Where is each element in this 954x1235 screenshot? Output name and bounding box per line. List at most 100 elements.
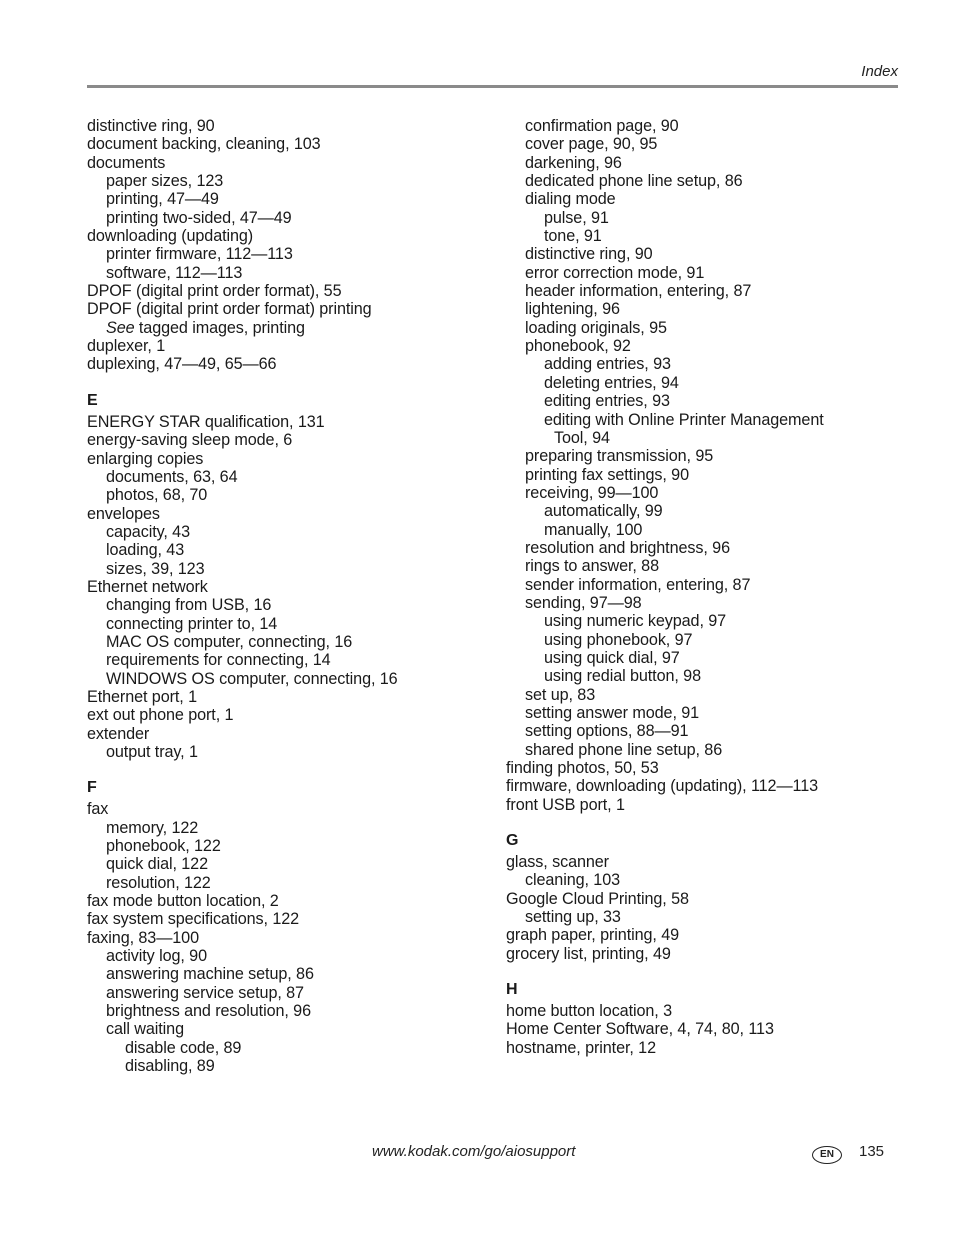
footer-support-url[interactable]: www.kodak.com/go/aiosupport	[372, 1143, 575, 1160]
index-entry: fax mode button location, 2	[87, 892, 279, 911]
index-subentry: brightness and resolution, 96	[106, 1002, 311, 1021]
index-entry: document backing, cleaning, 103	[87, 135, 321, 154]
index-subentry: setting answer mode, 91	[525, 704, 700, 722]
index-entry: downloading (updating)	[87, 227, 254, 246]
index-subentry: printing two-sided, 47—49	[106, 208, 292, 227]
index-entry: front USB port, 1	[506, 795, 625, 814]
index-subentry: cover page, 90, 95	[525, 135, 658, 154]
index-subentry: pulse, 91	[544, 208, 609, 227]
index-subentry: deleting entries, 94	[544, 373, 679, 392]
section-letter-heading: G	[506, 832, 519, 850]
index-column-left: distinctive ring, 90 document backing, cl…	[87, 117, 487, 1076]
index-subentry: cleaning, 103	[525, 871, 621, 890]
index-entry: Ethernet network	[87, 577, 208, 596]
index-subentry: sender information, entering, 87	[525, 575, 751, 594]
index-subentry: resolution and brightness, 96	[525, 538, 730, 557]
index-subentry: dialing mode	[525, 190, 616, 209]
index-subentry: answering machine setup, 86	[106, 965, 314, 984]
index-entry: home button location, 3	[506, 1002, 672, 1021]
index-entry: firmware, downloading (updating), 112—11…	[506, 777, 819, 796]
index-subentry: printing fax settings, 90	[525, 465, 689, 484]
index-subentry: tone, 91	[544, 227, 602, 246]
index-subentry: requirements for connecting, 14	[106, 651, 331, 670]
index-column-right: confirmation page, 90 cover page, 90, 95 d…	[506, 117, 906, 1057]
see-target: tagged images, printing	[134, 318, 305, 337]
section-letter-heading: H	[506, 981, 518, 999]
index-subentry: lightening, 96	[525, 300, 620, 319]
index-subentry: using numeric keypad, 97	[544, 612, 727, 631]
page-number: 135	[859, 1143, 885, 1160]
index-subentry: photos, 68, 70	[106, 486, 208, 505]
section-letter-heading: E	[87, 391, 98, 409]
index-subentry: disable code, 89	[125, 1038, 242, 1057]
index-subentry: adding entries, 93	[544, 355, 671, 374]
index-subentry: documents, 63, 64	[106, 467, 238, 486]
see-label: See	[106, 318, 135, 337]
index-subentry: using phonebook, 97	[544, 630, 693, 649]
index-subentry: disabling, 89	[125, 1057, 215, 1076]
index-subentry: connecting printer to, 14	[106, 614, 278, 633]
index-subentry: editing entries, 93	[544, 392, 670, 411]
page-header-title: Index	[861, 63, 898, 80]
index-entry: grocery list, printing, 49	[506, 944, 671, 963]
index-subentry: call waiting	[106, 1020, 184, 1039]
index-entry: envelopes	[87, 504, 160, 523]
index-subentry: preparing transmission, 95	[525, 447, 714, 466]
index-entry: duplexing, 47—49, 65—66	[87, 355, 277, 374]
index-subentry: using redial button, 98	[544, 667, 701, 686]
index-subentry: resolution, 122	[106, 873, 211, 892]
index-entry: finding photos, 50, 53	[506, 759, 659, 778]
index-subentry: MAC OS computer, connecting, 16	[106, 632, 353, 651]
index-subentry: phonebook, 92	[525, 337, 631, 356]
index-subentry: header information, entering, 87	[525, 282, 752, 301]
index-subentry: printer firmware, 112—113	[106, 245, 293, 264]
index-subentry: output tray, 1	[106, 743, 198, 761]
index-entry: fax	[87, 800, 109, 819]
index-subentry: printing, 47—49	[106, 190, 219, 209]
header-rule	[87, 85, 898, 88]
index-subentry: manually, 100	[544, 520, 643, 539]
index-subentry: changing from USB, 16	[106, 596, 272, 615]
index-subentry: paper sizes, 123	[106, 172, 224, 191]
index-entry: enlarging copies	[87, 449, 204, 468]
section-letter-heading: F	[87, 779, 97, 797]
index-subentry: darkening, 96	[525, 153, 622, 172]
index-subentry: loading originals, 95	[525, 318, 667, 337]
index-subentry: error correction mode, 91	[525, 263, 705, 282]
index-entry: Ethernet port, 1	[87, 687, 197, 706]
index-entry: DPOF (digital print order format), 55	[87, 282, 342, 301]
index-subentry: dedicated phone line setup, 86	[525, 172, 743, 191]
index-entry: documents	[87, 153, 166, 172]
index-subentry: using quick dial, 97	[544, 648, 680, 667]
index-entry: energy-saving sleep mode, 6	[87, 431, 293, 450]
index-subentry: capacity, 43	[106, 522, 190, 541]
index-subentry: rings to answer, 88	[525, 557, 659, 576]
index-see-reference: See tagged images, printing	[87, 319, 487, 337]
index-entry: faxing, 83—100	[87, 928, 199, 947]
index-entry: hostname, printer, 12	[506, 1038, 656, 1057]
index-entry: graph paper, printing, 49	[506, 926, 679, 945]
index-entry: ENERGY STAR qualification, 131	[87, 412, 325, 431]
index-subentry: sending, 97—98	[525, 593, 642, 612]
index-entry: Google Cloud Printing, 58	[506, 889, 689, 908]
index-subentry: activity log, 90	[106, 947, 207, 966]
index-subentry: phonebook, 122	[106, 837, 221, 856]
index-entry: fax system specifications, 122	[87, 910, 300, 929]
index-entry: DPOF (digital print order format) printi…	[87, 300, 372, 319]
index-subentry: memory, 122	[106, 818, 199, 837]
index-entry: extender	[87, 724, 150, 743]
index-subentry: quick dial, 122	[106, 855, 208, 874]
index-subentry: distinctive ring, 90	[525, 245, 653, 264]
index-entry: distinctive ring, 90	[87, 117, 215, 135]
index-entry: Home Center Software, 4, 74, 80, 113	[506, 1020, 774, 1039]
index-subentry: set up, 83	[525, 685, 596, 704]
index-subentry: setting options, 88—91	[525, 722, 689, 741]
index-entry: duplexer, 1	[87, 337, 166, 356]
index-subentry: sizes, 39, 123	[106, 559, 205, 578]
index-subentry: setting up, 33	[525, 908, 621, 927]
index-subentry: shared phone line setup, 86	[525, 740, 723, 759]
index-subentry: editing with Online Printer Management	[544, 410, 824, 429]
index-subentry: Tool, 94	[554, 428, 610, 447]
index-subentry: confirmation page, 90	[525, 117, 679, 135]
index-subentry: loading, 43	[106, 541, 185, 560]
